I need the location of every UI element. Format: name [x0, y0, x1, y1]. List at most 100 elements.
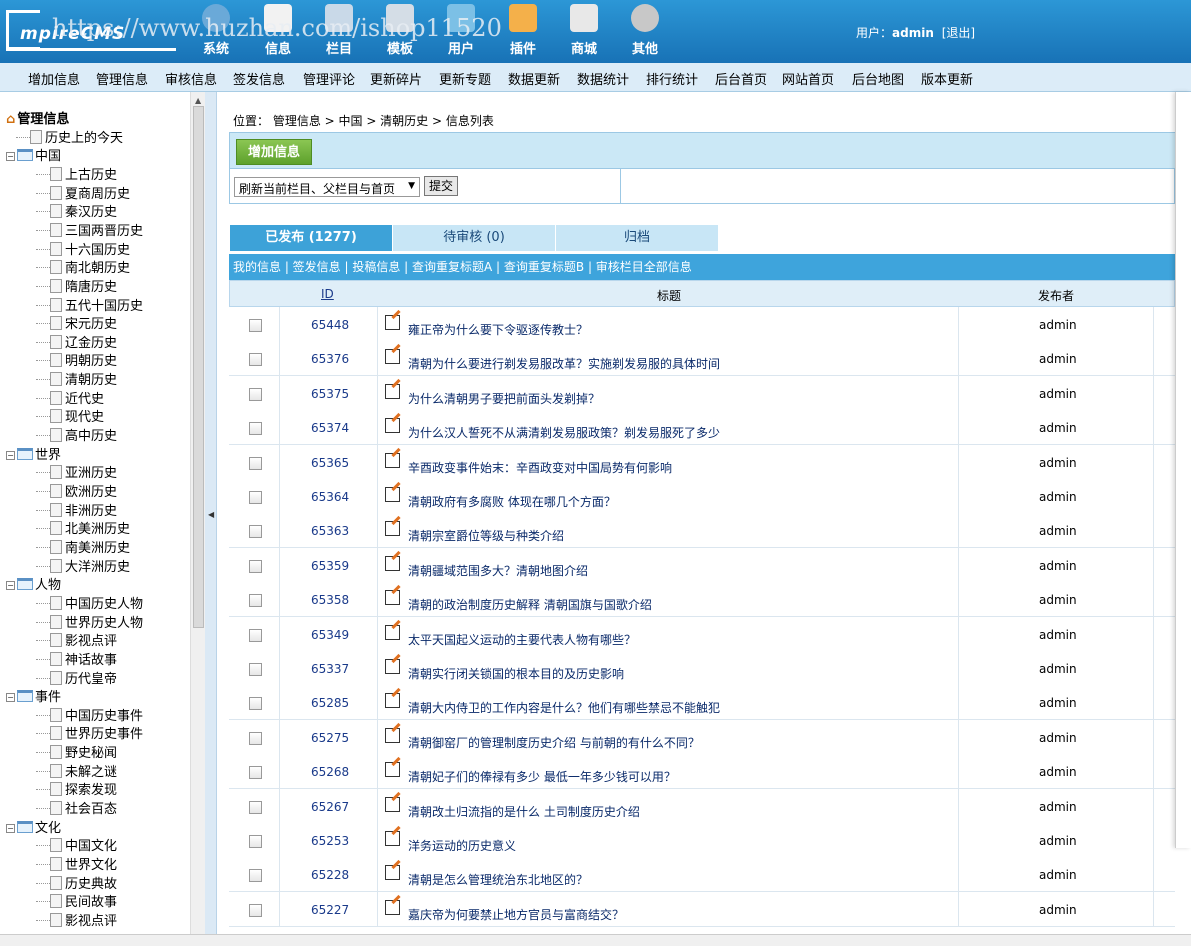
scrollbar-thumb[interactable] — [193, 106, 204, 628]
collapse-arrow-icon[interactable]: ◀ — [208, 510, 214, 519]
tree-node[interactable]: 探索发现 — [36, 779, 117, 798]
status-tab-2[interactable]: 归档 — [556, 225, 718, 251]
row-title-link[interactable]: 清朝御窑厂的管理制度历史介绍 与前朝的有什么不同？ — [408, 734, 700, 751]
tree-node[interactable]: − 人物 — [6, 574, 61, 593]
tree-node[interactable]: 影视点评 — [36, 910, 117, 929]
topnav-6[interactable]: 商城 — [556, 4, 612, 60]
row-checkbox[interactable] — [249, 903, 262, 917]
topnav-3[interactable]: 模板 — [372, 4, 428, 60]
menu-item-0[interactable]: 增加信息 — [28, 69, 80, 88]
tree-node[interactable]: 历史上的今天 — [16, 127, 123, 146]
row-title-link[interactable]: 嘉庆帝为何要禁止地方官员与富商结交？ — [408, 906, 624, 923]
row-title-link[interactable]: 清朝是怎么管理统治东北地区的？ — [408, 871, 588, 888]
edit-icon[interactable] — [385, 693, 400, 709]
panel-splitter[interactable]: ◀ — [205, 92, 217, 934]
add-info-button[interactable]: 增加信息 — [236, 139, 312, 165]
row-checkbox[interactable] — [249, 766, 262, 780]
row-title-link[interactable]: 为什么汉人誓死不从满清剃发易服政策？剃发易服死了多少 — [408, 424, 720, 441]
tree-node[interactable]: 南北朝历史 — [36, 257, 130, 276]
tree-node[interactable]: 隋唐历史 — [36, 276, 117, 295]
row-checkbox[interactable] — [249, 525, 262, 539]
edit-icon[interactable] — [385, 899, 400, 915]
tree-node[interactable]: 影视点评 — [36, 630, 117, 649]
row-checkbox[interactable] — [249, 628, 262, 642]
row-title-link[interactable]: 清朝宗室爵位等级与种类介绍 — [408, 527, 564, 544]
row-title-link[interactable]: 清朝实行闭关锁国的根本目的及历史影响 — [408, 665, 624, 682]
row-title-link[interactable]: 清朝大内侍卫的工作内容是什么？他们有哪些禁忌不能触犯 — [408, 699, 720, 716]
edit-icon[interactable] — [385, 796, 400, 812]
collapse-toggle-icon[interactable]: − — [6, 823, 15, 833]
tree-node[interactable]: 中国文化 — [36, 835, 117, 854]
row-title-link[interactable]: 雍正帝为什么要下令驱逐传教士？ — [408, 321, 588, 338]
logout-link[interactable]: [退出] — [942, 26, 975, 40]
tree-node[interactable]: 北美洲历史 — [36, 518, 130, 537]
row-title-link[interactable]: 清朝改土归流指的是什么 土司制度历史介绍 — [408, 803, 640, 820]
menu-item-10[interactable]: 后台首页 — [715, 69, 767, 88]
topnav-2[interactable]: 栏目 — [311, 4, 367, 60]
tree-root[interactable]: ⌂ 管理信息 — [6, 108, 69, 127]
tree-node[interactable]: 世界历史事件 — [36, 723, 143, 742]
tree-node[interactable]: 宋元历史 — [36, 313, 117, 332]
menu-item-6[interactable]: 更新专题 — [439, 69, 491, 88]
tree-node[interactable]: − 中国 — [6, 145, 61, 164]
tree-node[interactable]: 夏商周历史 — [36, 183, 130, 202]
topnav-4[interactable]: 用户 — [433, 4, 489, 60]
tree-node[interactable]: 社会百态 — [36, 798, 117, 817]
tree-node[interactable]: 清朝历史 — [36, 369, 117, 388]
tree-node[interactable]: 现代史 — [36, 406, 104, 425]
edit-icon[interactable] — [385, 487, 400, 502]
refresh-select[interactable]: 刷新当前栏目、父栏目与首页 ▼ — [234, 177, 420, 197]
horizontal-scrollbar[interactable] — [0, 934, 1191, 946]
row-title-link[interactable]: 清朝妃子们的俸禄有多少 最低一年多少钱可以用？ — [408, 768, 676, 785]
menu-item-9[interactable]: 排行统计 — [646, 69, 698, 88]
collapse-toggle-icon[interactable]: − — [6, 693, 15, 703]
edit-icon[interactable] — [385, 727, 400, 743]
status-tab-0[interactable]: 已发布 (1277) — [230, 225, 392, 251]
edit-icon[interactable] — [385, 418, 400, 434]
menu-item-1[interactable]: 管理信息 — [96, 69, 148, 88]
id-column-header[interactable]: ID — [321, 287, 334, 301]
tree-node[interactable]: 高中历史 — [36, 425, 117, 444]
tree-node[interactable]: 历代皇帝 — [36, 668, 117, 687]
row-checkbox[interactable] — [249, 422, 262, 436]
tree-node[interactable]: 历史典故 — [36, 873, 117, 892]
menu-item-13[interactable]: 版本更新 — [921, 69, 973, 88]
tree-node[interactable]: 中国历史人物 — [36, 593, 143, 612]
tree-scrollbar[interactable]: ▲ — [190, 92, 205, 934]
edit-icon[interactable] — [385, 383, 400, 399]
menu-item-7[interactable]: 数据更新 — [508, 69, 560, 88]
collapse-toggle-icon[interactable]: − — [6, 450, 15, 460]
menu-item-2[interactable]: 审核信息 — [165, 69, 217, 88]
tree-node[interactable]: 中国历史事件 — [36, 705, 143, 724]
row-title-link[interactable]: 清朝的政治制度历史解释 清朝国旗与国歌介绍 — [408, 596, 652, 613]
row-checkbox[interactable] — [249, 559, 262, 573]
tree-node[interactable]: 三国两晋历史 — [36, 220, 143, 239]
tree-node[interactable]: − 文化 — [6, 817, 61, 836]
tree-node[interactable]: 上古历史 — [36, 164, 117, 183]
edit-icon[interactable] — [385, 315, 400, 330]
row-title-link[interactable]: 洋务运动的历史意义 — [408, 837, 516, 854]
tree-node[interactable]: 近代史 — [36, 388, 104, 407]
edit-icon[interactable] — [385, 349, 400, 365]
edit-icon[interactable] — [385, 555, 400, 571]
tree-node[interactable]: 秦汉历史 — [36, 201, 117, 220]
tree-node[interactable]: 南美洲历史 — [36, 537, 130, 556]
topnav-1[interactable]: 信息 — [250, 4, 306, 60]
row-checkbox[interactable] — [249, 319, 262, 332]
menu-item-8[interactable]: 数据统计 — [577, 69, 629, 88]
row-title-link[interactable]: 辛酉政变事件始末：辛酉政变对中国局势有何影响 — [408, 459, 672, 476]
row-title-link[interactable]: 清朝疆域范围多大？清朝地图介绍 — [408, 562, 588, 579]
tree-node[interactable]: 亚洲历史 — [36, 462, 117, 481]
row-checkbox[interactable] — [249, 491, 262, 504]
topnav-7[interactable]: 其他 — [617, 4, 673, 60]
edit-icon[interactable] — [385, 590, 400, 606]
menu-item-5[interactable]: 更新碎片 — [370, 69, 422, 88]
menu-item-3[interactable]: 签发信息 — [233, 69, 285, 88]
menu-item-11[interactable]: 网站首页 — [782, 69, 834, 88]
edit-icon[interactable] — [385, 831, 400, 846]
row-title-link[interactable]: 清朝政府有多腐败 体现在哪几个方面？ — [408, 493, 616, 510]
row-checkbox[interactable] — [249, 800, 262, 814]
tree-node[interactable]: 五代十国历史 — [36, 295, 143, 314]
tree-node[interactable]: 非洲历史 — [36, 500, 117, 519]
tree-node[interactable]: − 事件 — [6, 686, 61, 705]
